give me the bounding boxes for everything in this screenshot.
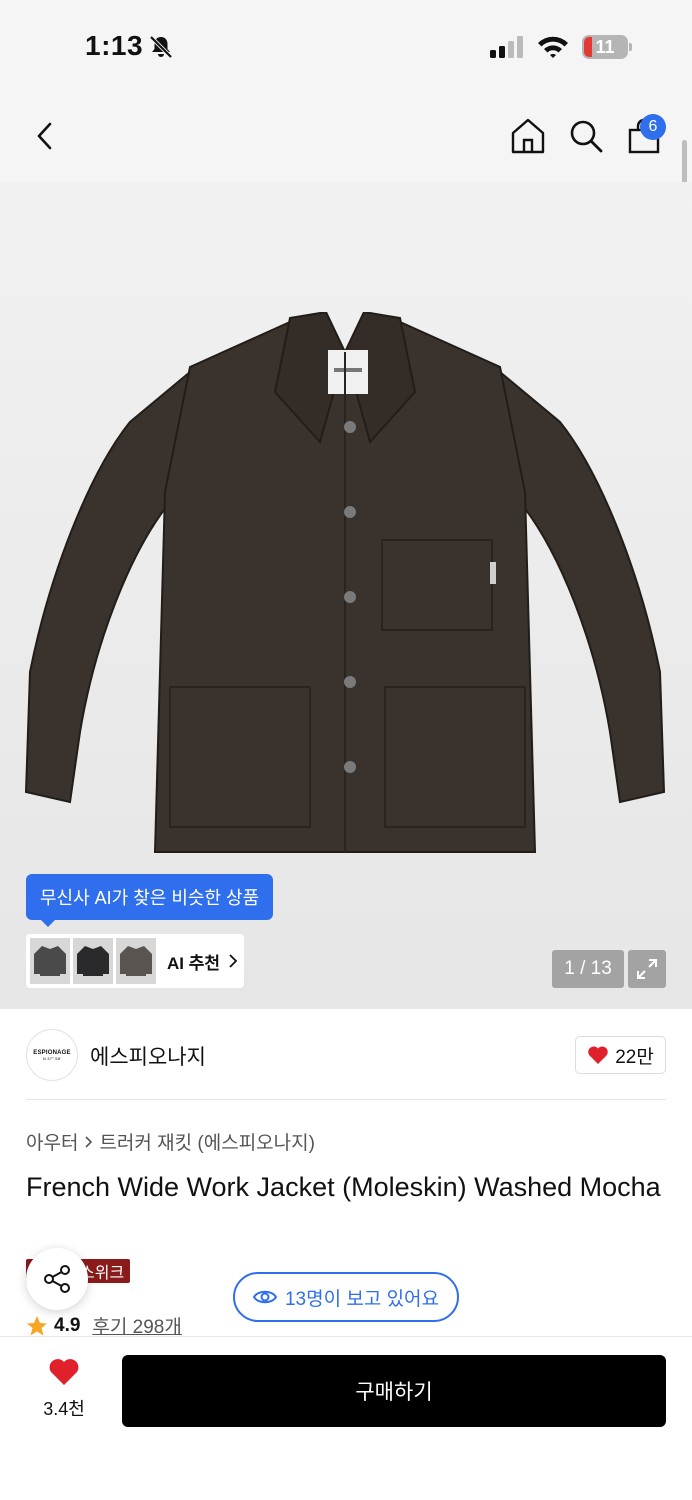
ai-thumb-3[interactable] bbox=[116, 938, 156, 984]
wifi-icon bbox=[538, 36, 568, 58]
top-nav bbox=[0, 90, 692, 182]
heart-icon bbox=[49, 1359, 79, 1385]
buy-button[interactable]: 구매하기 bbox=[122, 1355, 666, 1427]
battery-level: 11 bbox=[595, 36, 615, 57]
viewers-pill: 13명이 보고 있어요 bbox=[233, 1272, 459, 1322]
expand-icon[interactable] bbox=[628, 950, 666, 988]
bottom-bar: 3.4천 구매하기 bbox=[0, 1336, 692, 1500]
status-time: 1:13 bbox=[85, 30, 144, 61]
brand-row[interactable]: ESPIONAGE N 37° 58' 에스피오나지 22만 bbox=[0, 1009, 692, 1101]
cart-badge: 6 bbox=[640, 114, 666, 140]
breadcrumb-category[interactable]: 아우터 bbox=[26, 1128, 78, 1155]
home-icon[interactable] bbox=[508, 116, 548, 156]
back-icon[interactable] bbox=[30, 118, 62, 154]
chevron-right-icon bbox=[229, 954, 238, 968]
divider bbox=[26, 1099, 666, 1100]
ai-recommend-button[interactable]: AI 추천 bbox=[26, 934, 244, 988]
brand-logo[interactable]: ESPIONAGE N 37° 58' bbox=[26, 1029, 78, 1081]
ai-thumb-2[interactable] bbox=[73, 938, 113, 984]
eye-icon bbox=[252, 1290, 277, 1304]
bell-slash-icon bbox=[149, 35, 173, 59]
rating-row: 4.9 후기 298개 bbox=[26, 1312, 182, 1339]
search-icon[interactable] bbox=[566, 116, 606, 156]
jacket-photo bbox=[24, 312, 666, 853]
wishlist-count: 3.4천 bbox=[43, 1399, 85, 1419]
brand-like-count: 22만 bbox=[615, 1046, 654, 1068]
review-link[interactable]: 후기 298개 bbox=[92, 1312, 181, 1339]
tooltip-arrow bbox=[40, 919, 56, 927]
wishlist-button[interactable]: 3.4천 bbox=[30, 1357, 98, 1427]
share-icon bbox=[44, 1265, 70, 1293]
brand-like-button[interactable]: 22만 bbox=[575, 1036, 666, 1074]
viewers-text: 13명이 보고 있어요 bbox=[284, 1288, 440, 1310]
share-button[interactable] bbox=[26, 1248, 88, 1310]
rating-value: 4.9 bbox=[54, 1314, 81, 1336]
brand-name[interactable]: 에스피오나지 bbox=[90, 1041, 206, 1071]
status-bar: 1:13 11 bbox=[0, 0, 692, 90]
signal-icon bbox=[490, 36, 523, 58]
breadcrumb: 아우터 트러커 재킷 (에스피오나지) bbox=[26, 1128, 315, 1155]
breadcrumb-subcategory[interactable]: 트러커 재킷 (에스피오나지) bbox=[99, 1128, 315, 1155]
product-title: French Wide Work Jacket (Moleskin) Washe… bbox=[26, 1172, 661, 1202]
ai-thumb-1[interactable] bbox=[30, 938, 70, 984]
ai-recommend-label: AI 추천 bbox=[167, 953, 221, 973]
chevron-right-icon bbox=[85, 1135, 93, 1148]
ai-similar-tooltip[interactable]: 무신사 AI가 찾은 비슷한 상품 bbox=[26, 874, 274, 920]
battery-icon: 11 bbox=[582, 35, 632, 59]
image-counter: 1 / 13 bbox=[552, 950, 624, 988]
brand-logo-sub: N 37° 58' bbox=[42, 1055, 62, 1061]
heart-icon bbox=[588, 1046, 608, 1064]
star-icon bbox=[27, 1315, 47, 1335]
